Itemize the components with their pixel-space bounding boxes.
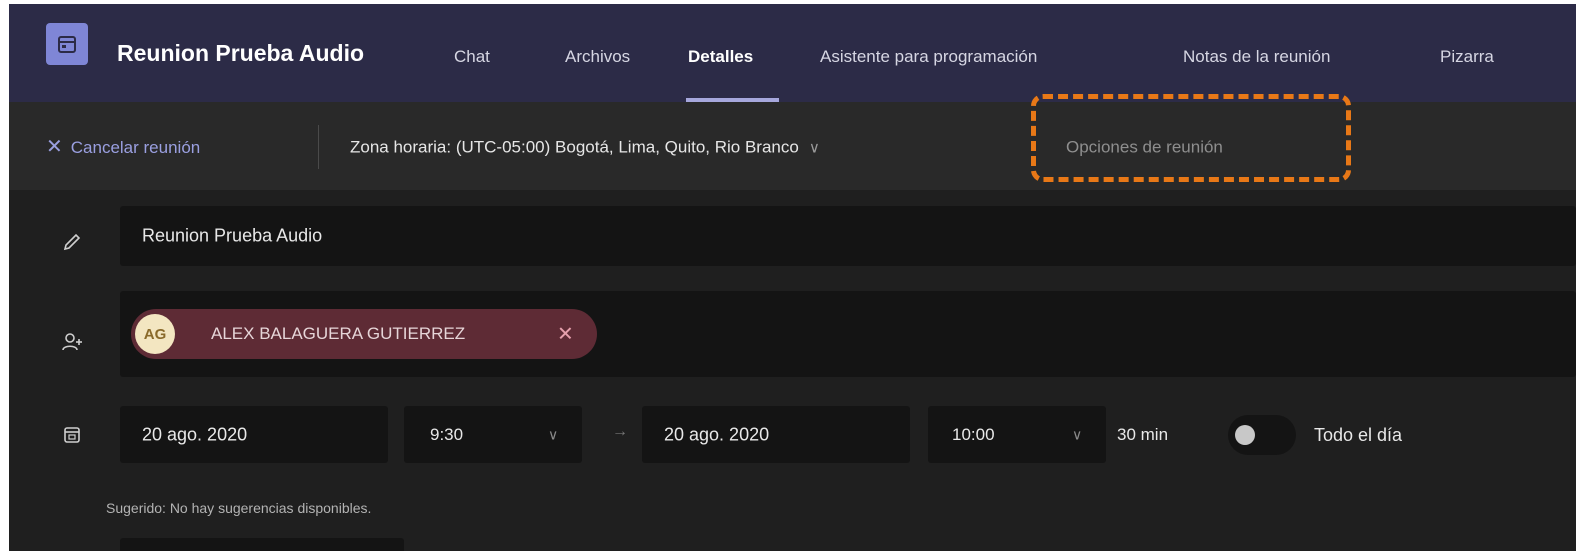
calendar-app-icon: [46, 23, 88, 65]
tab-archivos[interactable]: Archivos: [565, 48, 630, 65]
all-day-toggle[interactable]: [1228, 415, 1296, 455]
attendee-name: ALEX BALAGUERA GUTIERREZ: [211, 324, 466, 343]
highlight-annotation: [1031, 94, 1351, 182]
scheduling-suggestion: Sugerido: No hay sugerencias disponibles…: [106, 500, 372, 516]
calendar-icon: [59, 422, 85, 448]
timezone-dropdown[interactable]: Zona horaria: (UTC-05:00) Bogotá, Lima, …: [350, 139, 820, 156]
meeting-title: Reunion Prueba Audio: [117, 40, 365, 66]
tab-detalles[interactable]: Detalles: [688, 48, 753, 65]
attendee-chip: AG ALEX BALAGUERA GUTIERREZ ✕: [131, 309, 597, 359]
teams-meeting-window: Reunion Prueba Audio Chat Archivos Detal…: [9, 4, 1576, 551]
add-person-icon: [59, 329, 85, 355]
end-date-value: 20 ago. 2020: [664, 424, 770, 444]
end-date-picker[interactable]: 20 ago. 2020: [642, 406, 910, 463]
end-time-value: 10:00: [952, 424, 995, 444]
timezone-label: Zona horaria: (UTC-05:00) Bogotá, Lima, …: [350, 137, 799, 157]
toggle-knob: [1235, 425, 1255, 445]
chevron-down-icon: ∨: [808, 139, 820, 157]
duration-label: 30 min: [1117, 425, 1169, 444]
chevron-down-icon: ∨: [548, 426, 559, 442]
start-time-dropdown[interactable]: 9:30 ∨: [404, 406, 582, 463]
cancel-meeting-button[interactable]: ✕ Cancelar reunión: [46, 137, 200, 157]
toolbar-divider: [318, 125, 319, 169]
tab-chat[interactable]: Chat: [454, 48, 490, 65]
meeting-header: Reunion Prueba Audio Chat Archivos Detal…: [9, 4, 1576, 102]
close-icon: ✕: [46, 136, 63, 158]
start-time-value: 9:30: [430, 424, 464, 444]
range-arrow-icon: →: [612, 423, 628, 440]
cancel-meeting-label: Cancelar reunión: [70, 138, 201, 157]
all-day-label: Todo el día: [1314, 425, 1403, 445]
attendees-field[interactable]: AG ALEX BALAGUERA GUTIERREZ ✕: [120, 291, 1576, 377]
meeting-title-value: Reunion Prueba Audio: [142, 225, 323, 246]
tab-pizarra[interactable]: Pizarra: [1440, 48, 1494, 65]
chevron-down-icon: ∨: [1072, 426, 1083, 442]
tab-asistente-programacion[interactable]: Asistente para programación: [820, 48, 1037, 65]
meeting-title-input[interactable]: Reunion Prueba Audio: [120, 206, 1576, 266]
tab-notas-reunion[interactable]: Notas de la reunión: [1183, 48, 1330, 65]
avatar: AG: [135, 314, 175, 354]
remove-attendee-icon[interactable]: ✕: [557, 322, 574, 347]
start-date-value: 20 ago. 2020: [142, 424, 248, 444]
pencil-icon: [59, 229, 85, 255]
next-field[interactable]: [120, 538, 404, 551]
start-date-picker[interactable]: 20 ago. 2020: [120, 406, 388, 463]
end-time-dropdown[interactable]: 10:00 ∨: [928, 406, 1106, 463]
